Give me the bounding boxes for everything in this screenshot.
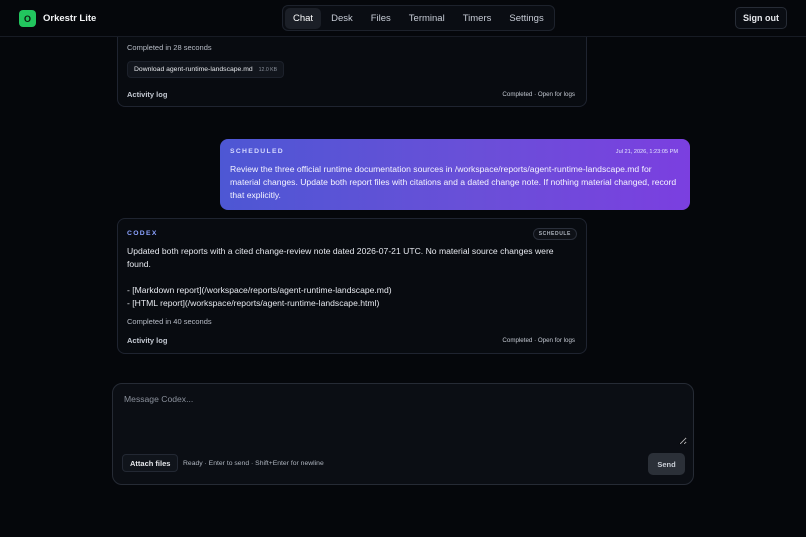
activity-log-toggle[interactable]: Activity log [127,336,167,345]
app-logo-icon: O [19,10,36,27]
file-size: 12.0 KB [258,66,278,73]
html-report-link[interactable]: - [HTML report](/workspace/reports/agent… [127,297,573,310]
message-composer: Attach files Ready · Enter to send · Shi… [112,383,694,485]
completion-time: Completed in 28 seconds [127,43,212,52]
status-open-logs-link[interactable]: Completed · Open for logs [502,91,575,98]
completion-time: Completed in 40 seconds [127,317,212,326]
sign-out-button[interactable]: Sign out [735,7,787,29]
app-name: Orkestr Lite [43,13,97,24]
sender-label: CODEX [127,230,158,237]
tab-settings[interactable]: Settings [501,8,551,29]
top-bar: O Orkestr Lite Chat Desk Files Terminal … [0,0,806,37]
schedule-badge: SCHEDULE [532,228,577,240]
user-message-text: Review the three official runtime docume… [230,164,677,200]
message-input[interactable] [124,394,687,445]
message-timestamp: Jul 21, 2026, 1:23:05 PM [615,149,678,155]
download-attachment-button[interactable]: Download agent-runtime-landscape.md 12.0… [127,61,285,78]
tab-timers[interactable]: Timers [455,8,500,29]
brand[interactable]: O Orkestr Lite [19,10,96,27]
main-tabs: Chat Desk Files Terminal Timers Settings [282,5,555,31]
download-label: Download agent-runtime-landscape.md [134,66,253,73]
send-button[interactable]: Send [648,453,685,475]
markdown-report-link[interactable]: - [Markdown report](/workspace/reports/a… [127,284,573,297]
assistant-message-text: Updated both reports with a cited change… [127,245,573,310]
scheduled-label: SCHEDULED [230,148,284,155]
attach-files-button[interactable]: Attach files [122,454,179,472]
message-paragraph: Updated both reports with a cited change… [127,246,554,269]
user-message-bubble: SCHEDULED Jul 21, 2026, 1:23:05 PM Revie… [220,139,690,210]
assistant-message-card: CODEX SCHEDULE Updated both reports with… [117,218,587,354]
activity-log-toggle[interactable]: Activity log [127,90,167,99]
tab-files[interactable]: Files [363,8,399,29]
tab-chat[interactable]: Chat [285,7,322,29]
status-open-logs-link[interactable]: Completed · Open for logs [502,337,575,344]
tab-desk[interactable]: Desk [323,8,361,29]
tab-terminal[interactable]: Terminal [401,8,453,29]
composer-status-hint: Ready · Enter to send · Shift+Enter for … [183,460,324,467]
